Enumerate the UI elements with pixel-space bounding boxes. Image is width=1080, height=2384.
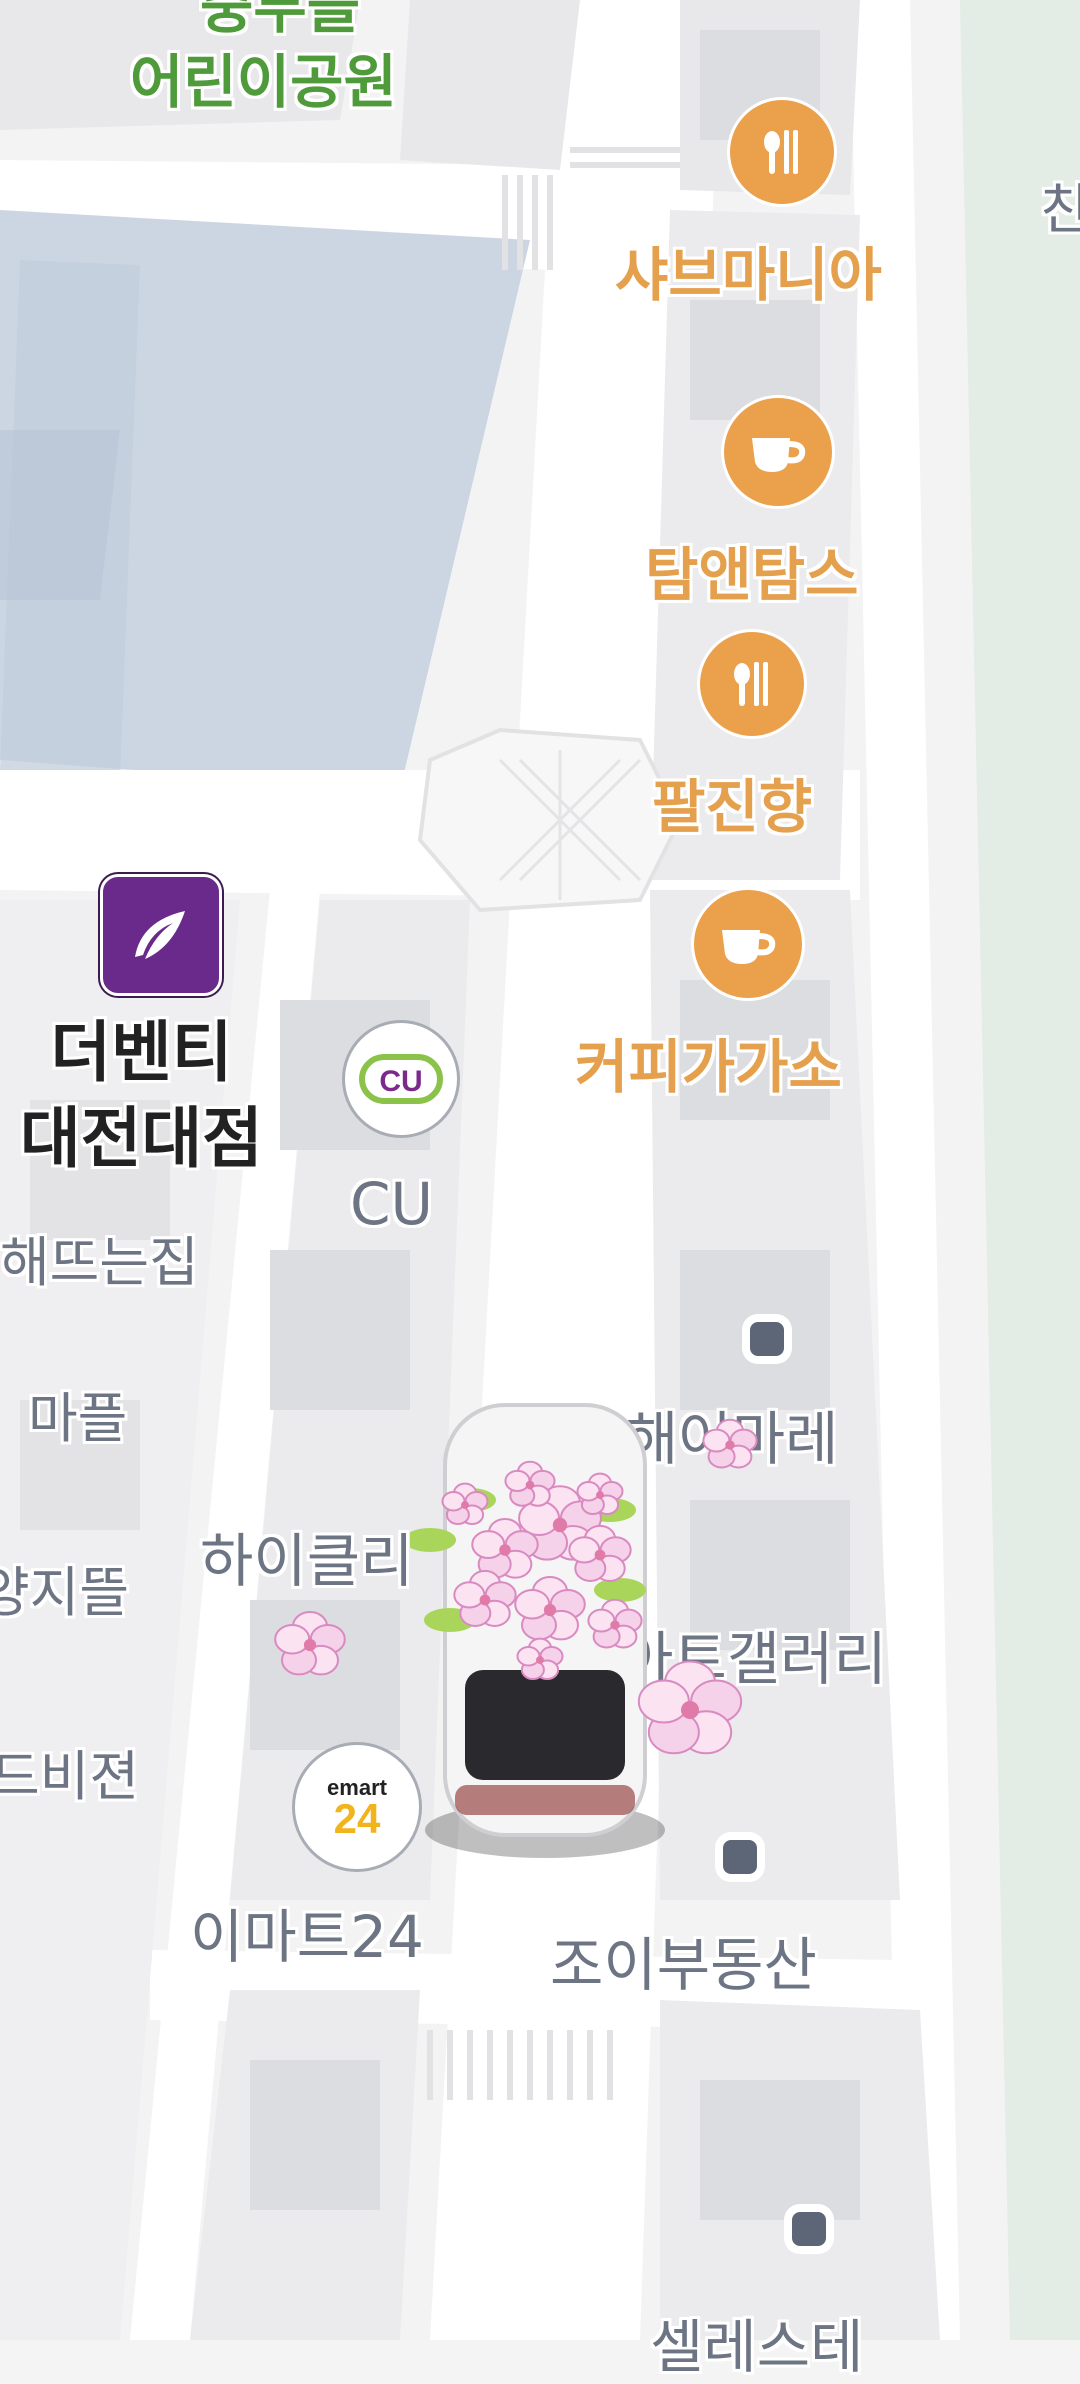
- place-label-joy-realty[interactable]: 조이부동산: [550, 1918, 817, 2002]
- cafe-label-coffeegagaso[interactable]: 커피가가소: [575, 1020, 842, 1104]
- place-label-yangji[interactable]: 양지뜰: [0, 1548, 129, 1627]
- edge-place-label[interactable]: 친: [1040, 165, 1080, 244]
- restaurant-label-shabumania[interactable]: 샤브마니아: [615, 228, 882, 312]
- dept-store-branch: 대전대점: [20, 1100, 263, 1177]
- place-label-mapeul[interactable]: 마플: [28, 1374, 127, 1453]
- cafe-label-tomntoms[interactable]: 탐앤탐스: [645, 528, 858, 612]
- dept-store-name: 더벤티: [50, 1014, 233, 1091]
- park-label-line2[interactable]: 어린이공원: [130, 35, 397, 119]
- place-pin-haeeon[interactable]: [750, 1322, 784, 1356]
- emart24-logo-bottom: 24: [334, 1795, 381, 1842]
- cafe-icon: [752, 438, 806, 472]
- place-label-dvision[interactable]: 드비젼: [0, 1732, 139, 1811]
- cafe-pin-coffeegagaso[interactable]: [694, 890, 802, 998]
- cherry-blossom-decoration: [702, 1418, 758, 1469]
- emart24-label[interactable]: 이마트24: [190, 1890, 424, 1974]
- cafe-pin-tomntoms[interactable]: [724, 398, 832, 506]
- cu-logo-text: CU: [379, 1065, 422, 1098]
- cu-logo[interactable]: CU: [342, 1020, 460, 1138]
- restaurant-icon: [734, 662, 768, 706]
- emart24-logo[interactable]: emart 24: [292, 1742, 422, 1872]
- cherry-blossom-decoration: [274, 1611, 346, 1676]
- restaurant-pin-shabumania[interactable]: [730, 100, 834, 204]
- cu-label[interactable]: CU: [350, 1170, 433, 1238]
- place-label-haeddeun[interactable]: 해뜨는집: [0, 1218, 199, 1297]
- place-label-celeste[interactable]: 셀레스테: [650, 2300, 863, 2384]
- restaurant-pin-paljinhyang[interactable]: [700, 632, 804, 736]
- place-pin-celeste[interactable]: [792, 2212, 826, 2246]
- theventi-logo[interactable]: [100, 874, 222, 996]
- restaurant-label-paljinhyang[interactable]: 팔진향: [652, 760, 812, 844]
- dept-store-label[interactable]: 더벤티 대전대점: [20, 1010, 263, 1182]
- cafe-icon: [722, 930, 776, 964]
- restaurant-icon: [764, 130, 798, 174]
